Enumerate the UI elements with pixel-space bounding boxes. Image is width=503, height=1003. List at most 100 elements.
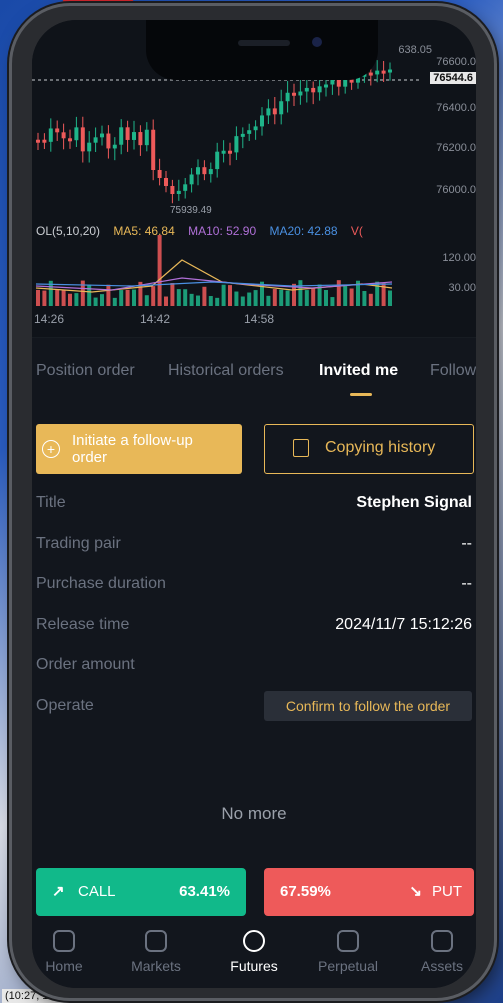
volume-bar [349,288,354,306]
candle-body [61,132,66,139]
candle-body [138,132,143,146]
volume-bar [164,296,168,306]
initiate-follow-up-button[interactable]: + Initiate a follow-up order [36,424,242,474]
home-icon [53,930,75,952]
nav-perpetual[interactable]: Perpetual [308,930,388,974]
nav-home[interactable]: Home [32,930,104,974]
price-label: 76200.0 [436,142,476,154]
volume-label: 30.00 [448,282,476,294]
time-label: 14:42 [140,312,171,326]
phone-frame: 638.05 76600.0 76544.6 76400.0 76200.0 7… [12,6,494,998]
volume-bar [388,290,392,306]
candle-body [279,101,284,115]
detail-value: -- [461,575,472,592]
candle-body [196,167,200,175]
detail-label: Purchase duration [36,575,166,592]
detail-label: Title [36,494,66,511]
volume-bar [208,296,213,306]
low-price-label: 75939.49 [170,205,212,216]
nav-label: Home [45,958,83,974]
copying-history-button[interactable]: Copying history [264,424,474,474]
volume-bar [100,294,104,306]
volume-bar [157,235,162,306]
candle-body [304,87,309,92]
price-label: 76400.0 [436,102,476,114]
candle-body [144,129,149,146]
detail-row-order-amount: Order amount [36,656,472,678]
tab-invited-me[interactable]: Invited me [319,362,398,380]
tab-position-order[interactable]: Position order [36,362,135,380]
volume-bar [125,289,130,306]
ma5-indicator: MA5: 46.84 [113,224,175,238]
candle-body [100,133,104,138]
volume-bar [324,290,328,306]
candle-body [36,139,40,143]
volume-bar [36,289,40,306]
current-price-label: 76544.6 [430,72,476,84]
candle-body [330,79,335,85]
volume-bar [93,297,98,306]
volume-bar [368,293,373,306]
volume-bar [330,297,335,306]
vol-indicator: OL(5,10,20) [36,224,101,238]
volume-bar [68,293,72,306]
volume-bar [304,290,309,306]
volume-bar [311,288,316,306]
nav-futures[interactable]: Futures [214,930,294,974]
detail-value: Stephen Signal [356,494,472,511]
nav-assets[interactable]: Assets [402,930,476,974]
put-button[interactable]: 67.59% ↘ PUT [264,868,474,916]
candle-body [336,79,341,87]
confirm-follow-button[interactable]: Confirm to follow the order [264,691,472,721]
volume-bar [266,295,271,306]
candle-body [221,150,226,154]
initiate-follow-up-label: Initiate a follow-up order [72,432,193,466]
volume-bar [176,289,181,306]
candle-body [93,137,98,143]
volume-bar [215,297,220,306]
copying-history-label: Copying history [325,439,436,456]
volume-bar [343,285,348,306]
nav-label: Assets [420,958,463,974]
futures-icon [243,930,265,952]
tab-follow[interactable]: Follow [430,362,476,380]
candle-body [272,108,277,115]
volume-bar [285,290,290,306]
call-button[interactable]: ↗ CALL 63.41% [36,868,246,916]
volume-bar [61,289,66,306]
trend-down-icon: ↘ [409,883,422,900]
volume-bar [151,286,156,306]
price-label: 76000.0 [436,184,476,196]
candle-body [240,133,245,137]
volume-bar [298,280,303,306]
volume-bar [240,296,245,306]
active-tab-indicator [350,393,372,396]
volume-bar [144,295,149,306]
candle-body [125,127,130,140]
ma20-indicator: MA20: 42.88 [269,224,338,238]
volume-bar [106,284,111,306]
put-label: PUT [432,883,462,900]
candle-body [317,86,322,93]
detail-row-purchase-duration: Purchase duration -- [36,575,472,597]
candle-body [298,91,303,96]
volume-bar [202,286,207,306]
nav-label: Futures [230,958,278,974]
tab-historical-orders[interactable]: Historical orders [168,362,284,380]
candle-body [388,69,392,73]
detail-value: 2024/11/7 15:12:26 [335,616,472,633]
volume-bar [119,290,124,306]
detail-row-release-time: Release time 2024/11/7 15:12:26 [36,616,472,638]
detail-row-trading-pair: Trading pair -- [36,535,472,557]
volume-bar [272,289,277,306]
document-icon [293,439,309,457]
time-label: 14:26 [34,312,65,326]
candle-body [253,126,258,131]
candle-body [112,144,117,149]
candle-body [87,142,92,152]
volume-bar [221,284,226,306]
volume-bar [228,285,232,306]
phone-notch [146,20,378,80]
nav-markets[interactable]: Markets [116,930,196,974]
volume-bar [55,289,60,306]
